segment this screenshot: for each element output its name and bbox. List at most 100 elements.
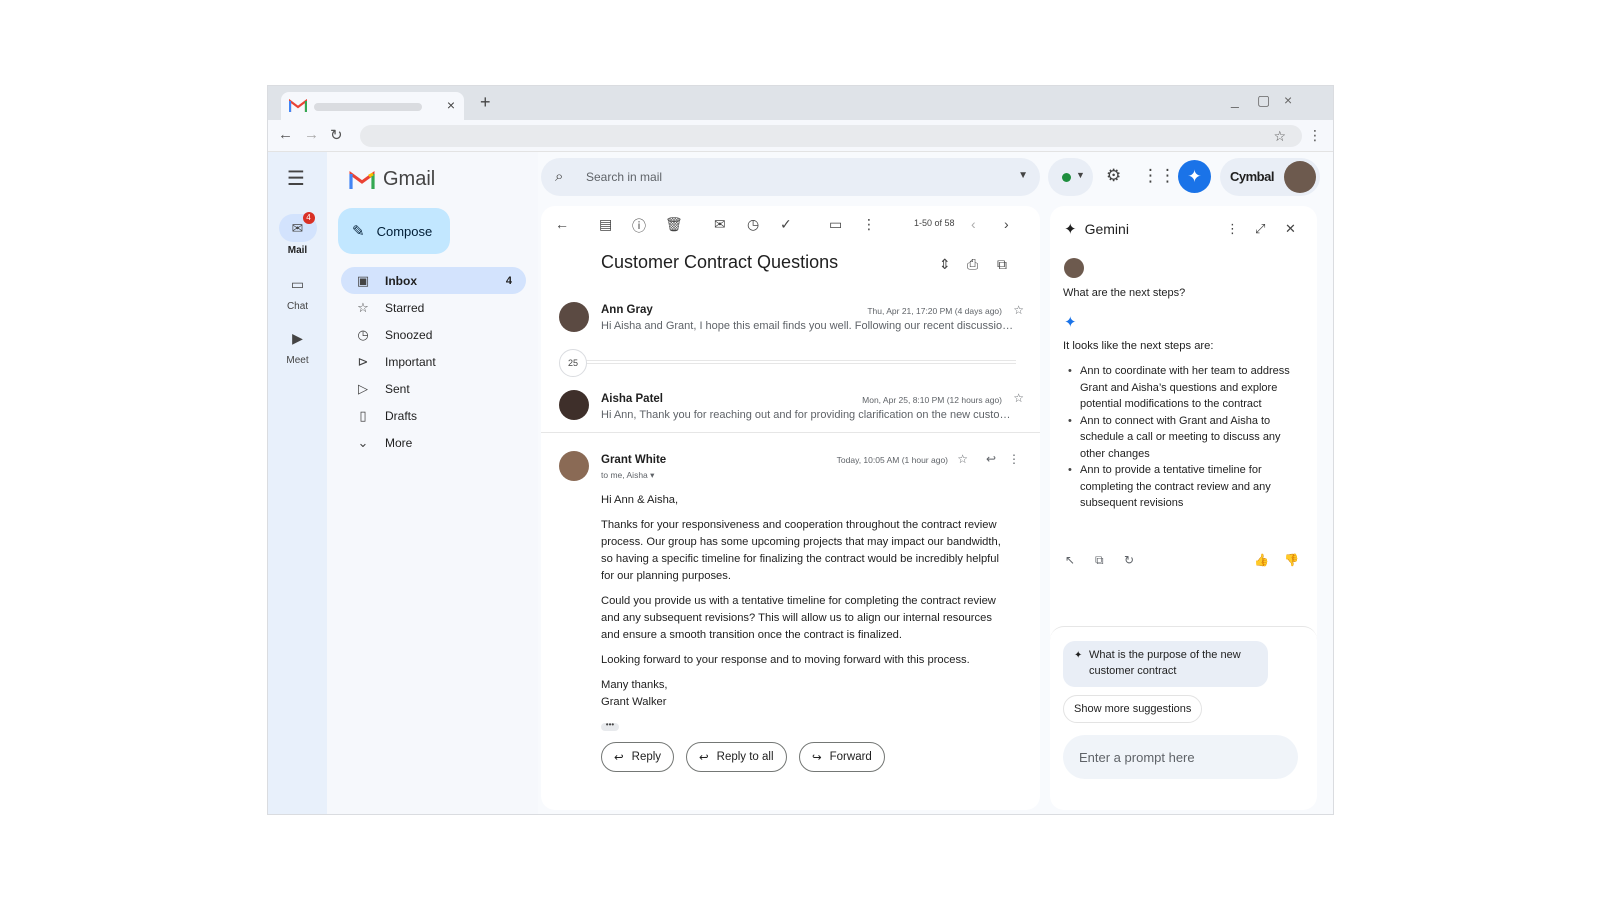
search-bar[interactable]: ⌕ Search in mail ▼ [541,158,1040,196]
open-new-window-icon[interactable]: ⧉ [997,256,1007,273]
reply-all-button[interactable]: ↩ Reply to all [686,742,787,772]
nav-item-important[interactable]: ⊳ Important [341,348,526,375]
nav-label: Starred [385,300,425,315]
more-vert-icon[interactable]: ⋮ [1008,452,1020,466]
older-chevron-icon[interactable]: › [1004,216,1009,232]
rail-item-meet[interactable]: ▶ Meet [268,324,327,367]
forward-button[interactable]: ↪ Forward [799,742,885,772]
add-task-icon[interactable]: ✓ [780,216,792,233]
settings-gear-icon[interactable]: ⚙ [1106,166,1121,186]
regenerate-icon[interactable]: ↻ [1124,553,1134,567]
suggestion-chip[interactable]: ✦ What is the purpose of the new custome… [1063,641,1268,687]
minimize-icon[interactable]: _ [1231,92,1239,108]
trimmed-content-toggle[interactable]: ••• [601,721,619,731]
reply-icon[interactable]: ↩ [986,452,996,466]
compose-button[interactable]: ✎ Compose [338,208,450,254]
chat-icon: ▭ [290,275,305,292]
delete-icon[interactable]: 🗑 [665,216,683,233]
prompt-box[interactable] [1063,735,1298,779]
gemini-button[interactable]: ✦ [1178,160,1211,193]
rail-item-mail[interactable]: ✉ 4 Mail [268,212,327,256]
browser-window: × + _ ▢ × ← → ↻ ☆ ⋮ ☰ ✉4 Mail ▭ Chat ▶ [267,85,1334,815]
thumbs-up-icon[interactable]: 👍 [1254,553,1269,567]
apps-grid-icon[interactable]: ⋮⋮ [1142,166,1176,186]
status-selector[interactable]: ▼ [1048,158,1093,196]
rail-item-chat[interactable]: ▭ Chat [268,270,327,313]
archive-icon[interactable]: ▤ [599,216,612,233]
avatar[interactable] [1284,161,1316,193]
thumbs-down-icon[interactable]: 👎 [1284,553,1299,567]
pagination-text: 1-50 of 58 [914,218,955,228]
recipients-line[interactable]: to me, Aisha ▾ [601,470,654,481]
expand-all-icon[interactable]: ⇕ [939,256,951,273]
newer-chevron-icon[interactable]: ‹ [971,216,976,232]
snooze-icon[interactable]: ◷ [747,216,759,233]
signature: Grant Walker [601,696,667,708]
reply-button[interactable]: ↩ Reply [601,742,675,772]
bookmark-star-icon[interactable]: ☆ [1273,128,1286,145]
browser-menu-icon[interactable]: ⋮ [1308,127,1322,144]
star-icon[interactable]: ☆ [1013,303,1024,317]
chevron-down-icon: ⌄ [357,434,369,450]
draft-icon: ▯ [359,407,367,423]
gemini-response-icon: ✦ [1064,314,1077,331]
insert-icon[interactable]: ↖ [1065,553,1075,567]
copy-icon[interactable]: ⧉ [1095,553,1104,568]
more-vert-icon[interactable]: ⋮ [862,216,876,233]
print-icon[interactable]: ⎙ [967,256,978,273]
inbox-icon: ▣ [356,272,370,288]
maximize-icon[interactable]: ▢ [1257,92,1270,109]
nav-item-more[interactable]: ⌄ More [341,429,526,456]
reply-icon: ↩ [614,752,624,764]
sender-name: Grant White [601,454,667,466]
tab-strip: × + _ ▢ × [268,86,1333,120]
pencil-icon: ✎ [352,223,365,240]
tab-title-placeholder [314,103,422,111]
nav-item-sent[interactable]: ▷ Sent [341,375,526,402]
star-icon[interactable]: ☆ [1013,391,1024,405]
close-icon[interactable]: ✕ [1285,221,1296,237]
window-close-icon[interactable]: × [1284,92,1292,108]
nav-label: More [385,435,413,450]
tab-close-icon[interactable]: × [447,97,455,113]
gmail-app: ☰ ✉ 4 Mail ▭ Chat ▶ Meet Gmail ✎ Compose… [268,152,1333,814]
avatar [559,451,589,481]
mark-unread-icon[interactable]: ✉ [714,216,726,233]
star-icon[interactable]: ☆ [957,452,968,466]
search-icon[interactable]: ⌕ [555,168,563,185]
nav-label: Snoozed [385,327,433,342]
reload-icon[interactable]: ↻ [330,126,343,144]
nav-item-starred[interactable]: ☆ Starred [341,294,526,321]
nav-item-inbox[interactable]: ▣ Inbox 4 [341,267,526,294]
response-lead: It looks like the next steps are: [1063,340,1214,352]
chevron-down-icon: ▾ [650,470,655,480]
move-to-icon[interactable]: ▭ [829,216,842,233]
spark-icon: ✦ [1074,650,1083,661]
account-switcher[interactable]: Cymbal [1220,158,1320,196]
browser-toolbar: ← → ↻ ☆ ⋮ [268,120,1333,152]
collapsed-messages-line[interactable] [571,360,1016,364]
nav-item-snoozed[interactable]: ◷ Snoozed [341,321,526,348]
search-options-icon[interactable]: ▼ [1018,170,1028,181]
new-tab-icon[interactable]: + [480,92,491,113]
report-spam-icon[interactable]: ⓘ [632,216,646,236]
avatar [559,302,589,332]
collapsed-count[interactable]: 25 [559,349,587,377]
show-more-suggestions-button[interactable]: Show more suggestions [1063,695,1203,723]
message-snippet: Hi Aisha and Grant, I hope this email fi… [601,320,1015,332]
nav-item-drafts[interactable]: ▯ Drafts [341,402,526,429]
back-icon[interactable]: ← [278,126,293,143]
gemini-title: Gemini [1084,221,1129,237]
search-input[interactable]: Search in mail [586,170,662,184]
rail-label: Mail [287,245,308,256]
expand-icon[interactable]: ⤢ [1255,221,1265,237]
main-menu-icon[interactable]: ☰ [287,166,305,191]
forward-icon[interactable]: → [304,126,319,143]
browser-tab[interactable]: × [281,92,464,120]
prompt-input[interactable] [1079,735,1279,779]
more-vert-icon[interactable]: ⋮ [1226,221,1239,237]
address-bar[interactable]: ☆ ⋮ [360,125,1322,147]
thread-subject: Customer Contract Questions [601,252,839,272]
gmail-logo[interactable]: Gmail [349,168,435,191]
back-arrow-icon[interactable]: ← [555,216,569,232]
